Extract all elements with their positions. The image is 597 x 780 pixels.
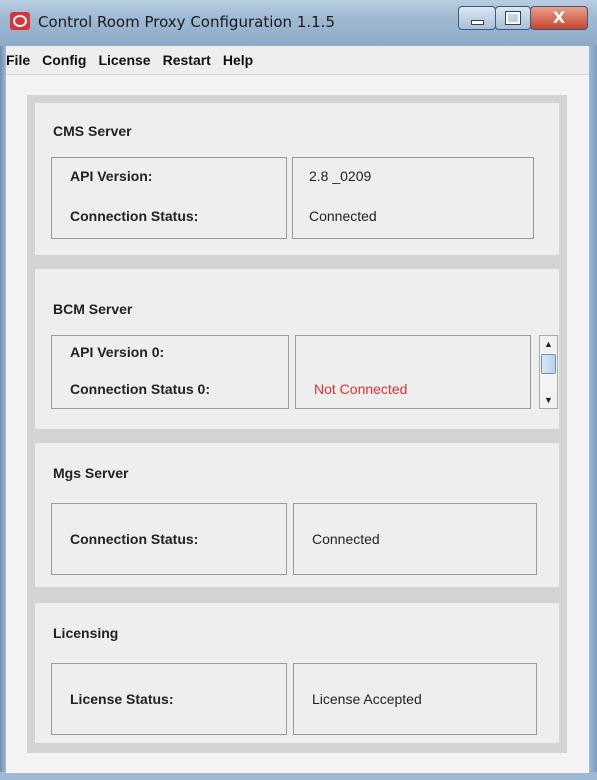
cms-connection-status-value: Connected [309, 208, 377, 224]
menu-license[interactable]: License [92, 52, 156, 68]
mgs-labels-box: Connection Status: [51, 503, 287, 575]
bcm-scrollbar[interactable]: ▲ ▼ [539, 335, 558, 409]
mgs-connection-status-value: Connected [312, 531, 380, 547]
mgs-connection-status-label: Connection Status: [70, 531, 199, 547]
bcm-values-box: Not Connected [295, 335, 531, 409]
bcm-connection-status-label: Connection Status 0: [70, 381, 211, 397]
cms-server-panel: CMS Server API Version: Connection Statu… [35, 103, 559, 255]
bcm-server-panel: BCM Server API Version 0: Connection Sta… [35, 269, 559, 429]
menu-bar: File Config License Restart Help [6, 46, 589, 74]
licensing-title: Licensing [53, 625, 119, 641]
scroll-down-icon[interactable]: ▼ [540, 392, 557, 408]
cms-values-box: 2.8 _0209 Connected [292, 157, 534, 239]
window-border-bottom [0, 772, 597, 780]
close-icon: X [552, 8, 566, 27]
license-status-label: License Status: [70, 691, 174, 707]
bcm-labels-box: API Version 0: Connection Status 0: [51, 335, 289, 409]
bcm-api-version-label: API Version 0: [70, 344, 165, 360]
license-status-value: License Accepted [312, 691, 422, 707]
cms-api-version-value: 2.8 _0209 [309, 168, 372, 184]
minimize-icon [470, 19, 484, 25]
title-bar[interactable]: Control Room Proxy Configuration 1.1.5 X [0, 0, 597, 46]
app-logo-icon[interactable] [10, 12, 30, 30]
window-title: Control Room Proxy Configuration 1.1.5 [38, 13, 335, 31]
scroll-thumb[interactable] [541, 354, 556, 374]
menu-file[interactable]: File [6, 52, 36, 68]
mgs-server-panel: Mgs Server Connection Status: Connected [35, 443, 559, 587]
maximize-button[interactable] [495, 6, 531, 30]
server-panels-container: CMS Server API Version: Connection Statu… [27, 95, 567, 753]
mgs-values-box: Connected [293, 503, 537, 575]
main-content: CMS Server API Version: Connection Statu… [6, 74, 589, 773]
menu-restart[interactable]: Restart [157, 52, 217, 68]
menu-config[interactable]: Config [36, 52, 92, 68]
licensing-panel: Licensing License Status: License Accept… [35, 603, 559, 743]
cms-api-version-label: API Version: [70, 168, 153, 184]
menu-help[interactable]: Help [217, 52, 259, 68]
window-border-right [589, 46, 597, 780]
cms-server-title: CMS Server [53, 123, 132, 139]
bcm-connection-status-value: Not Connected [314, 381, 408, 397]
licensing-labels-box: License Status: [51, 663, 287, 735]
cms-connection-status-label: Connection Status: [70, 208, 199, 224]
licensing-values-box: License Accepted [293, 663, 537, 735]
maximize-icon [505, 11, 521, 25]
cms-labels-box: API Version: Connection Status: [51, 157, 287, 239]
window-client-area: File Config License Restart Help CMS Ser… [6, 46, 589, 773]
scroll-up-icon[interactable]: ▲ [540, 336, 557, 352]
bcm-server-title: BCM Server [53, 301, 133, 317]
close-button[interactable]: X [530, 6, 588, 30]
minimize-button[interactable] [458, 6, 496, 30]
mgs-server-title: Mgs Server [53, 465, 129, 481]
